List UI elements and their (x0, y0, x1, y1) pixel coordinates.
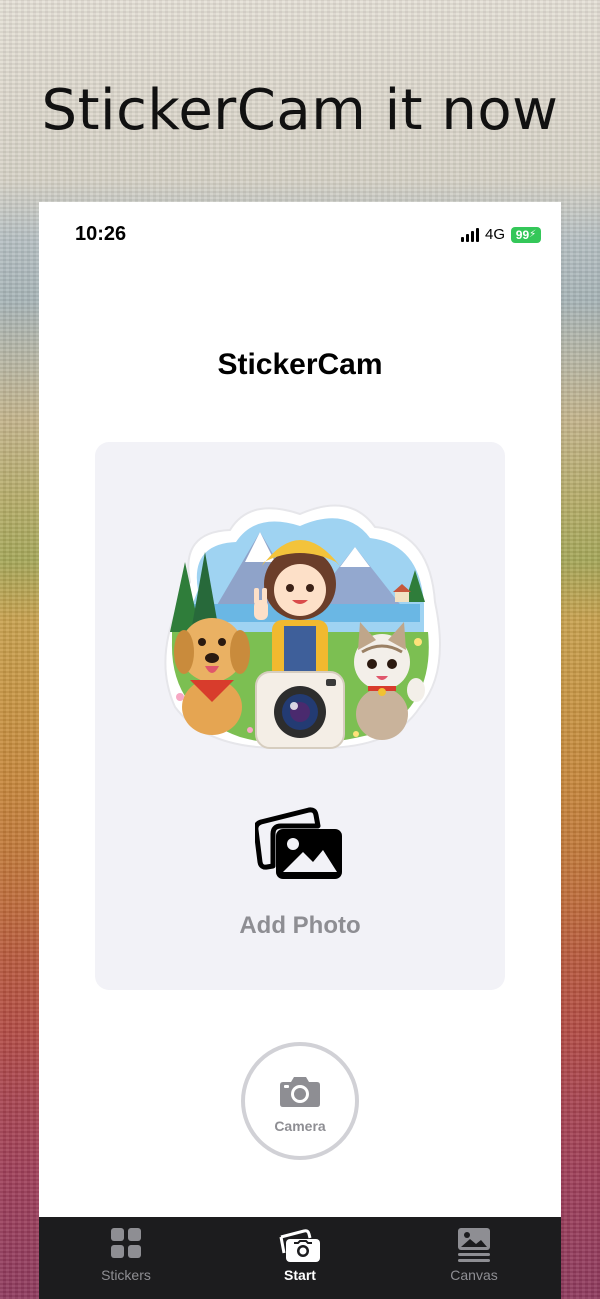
photo-gallery-icon (255, 807, 342, 879)
signal-icon (460, 227, 479, 242)
tab-stickers[interactable]: Stickers (39, 1217, 213, 1299)
camera-button[interactable]: Camera (241, 1042, 359, 1160)
photo-stack-icon (279, 1229, 320, 1262)
network-type: 4G (484, 226, 505, 243)
battery-icon: 99 ⚡ (511, 226, 541, 243)
add-photo-card[interactable]: Add Photo (95, 442, 505, 990)
camera-icon (280, 1077, 320, 1107)
tab-stickers-label: Stickers (101, 1267, 151, 1283)
add-photo-label: Add Photo (239, 912, 361, 939)
tab-start-label: Start (284, 1267, 316, 1283)
phone-screen: 10:26 4G 99 ⚡ StickerCam Add Photo Camer… (39, 202, 561, 1299)
promo-headline: StickerCam it now (41, 78, 559, 143)
status-indicators: 4G 99 ⚡ (460, 226, 541, 243)
tab-bar: Stickers Start Canvas (39, 1217, 561, 1299)
status-time: 10:26 (75, 223, 127, 245)
tab-canvas[interactable]: Canvas (387, 1217, 561, 1299)
battery-level: 99 (515, 227, 530, 242)
canvas-icon (458, 1228, 490, 1262)
grid-icon (111, 1228, 141, 1258)
sticker-illustration (164, 504, 441, 749)
tab-start[interactable]: Start (213, 1217, 387, 1299)
status-bar: 10:26 4G 99 ⚡ (39, 202, 561, 264)
tab-canvas-label: Canvas (450, 1267, 498, 1283)
camera-label: Camera (274, 1118, 326, 1134)
app-title: StickerCam (217, 348, 383, 381)
